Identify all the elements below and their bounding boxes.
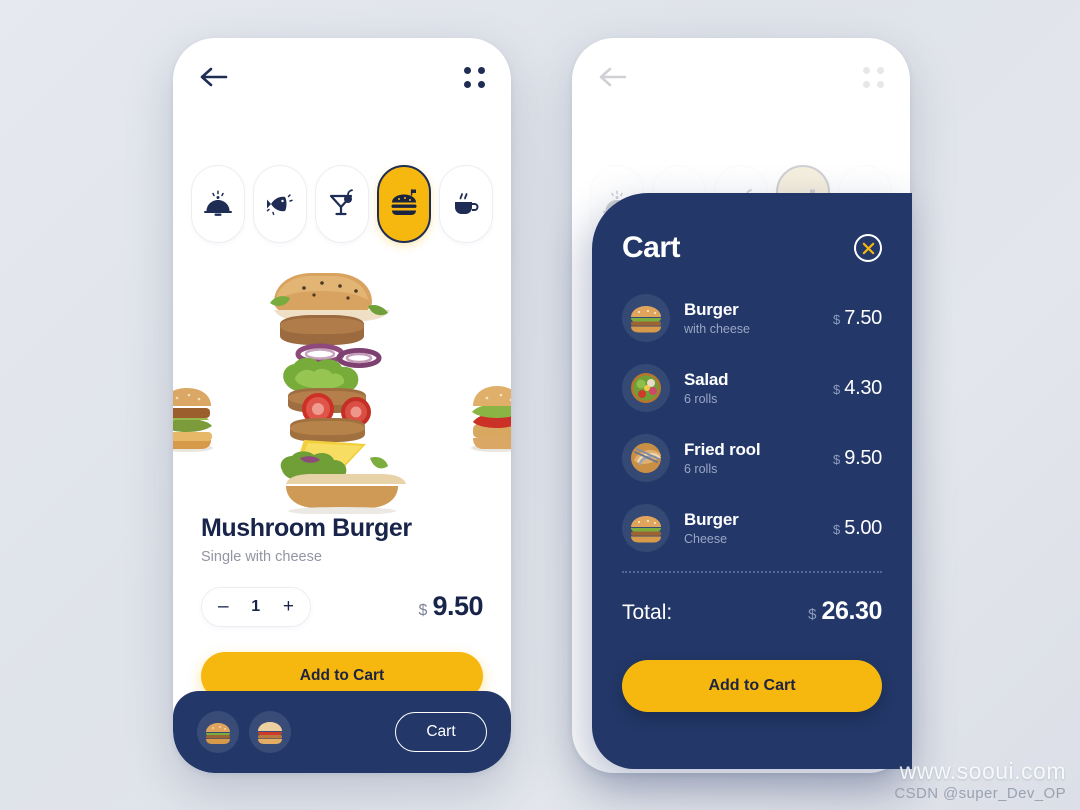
total-price: $ 26.30 [808, 597, 882, 626]
watermark: www.sooui.com CSDN @super_Dev_OP [894, 757, 1066, 802]
watermark-credit: CSDN @super_Dev_OP [894, 785, 1066, 802]
arrow-left-icon[interactable] [598, 65, 628, 89]
cart-item-price: $ 9.50 [833, 447, 882, 470]
currency-symbol: $ [833, 381, 841, 397]
cart-item-text: Salad 6 rolls [684, 370, 833, 406]
quantity-price-row: – 1 + $ 9.50 [201, 586, 484, 627]
price-value: 4.30 [844, 376, 882, 399]
cart-item-thumbnail [622, 504, 670, 552]
burger-icon [391, 189, 417, 215]
price-value: 9.50 [844, 446, 882, 469]
cart-item-row[interactable]: Burger with cheese $ 7.50 [622, 291, 882, 345]
total-label: Total: [622, 601, 673, 624]
category-fish[interactable] [253, 165, 307, 243]
bottom-nav-bar: Cart [173, 691, 511, 773]
cart-item-row[interactable]: Burger Cheese $ 5.00 [622, 501, 882, 555]
price-value: 7.50 [844, 306, 882, 329]
bottom-thumb-burger-2[interactable] [249, 711, 291, 753]
detail-topbar [173, 38, 511, 116]
close-cart-button[interactable] [854, 234, 882, 262]
fish-icon [266, 194, 293, 216]
cart-divider [622, 571, 882, 573]
product-info: Mushroom Burger Single with cheese – 1 +… [201, 514, 483, 700]
product-title: Mushroom Burger [201, 514, 412, 542]
cart-item-price: $ 5.00 [833, 517, 882, 540]
arrow-left-icon[interactable] [199, 65, 229, 89]
hero-product-image [173, 260, 511, 516]
coffee-cup-icon [455, 193, 479, 214]
category-burger[interactable] [377, 165, 431, 243]
cart-item-thumbnail [622, 434, 670, 482]
cart-item-price: $ 4.30 [833, 377, 882, 400]
product-price: $ 9.50 [418, 591, 484, 622]
currency-symbol: $ [833, 311, 841, 327]
cart-add-to-cart-button[interactable]: Add to Cart [622, 660, 882, 712]
cart-item-text: Burger Cheese [684, 510, 833, 546]
total-currency: $ [808, 606, 817, 623]
cart-header: Cart [622, 231, 882, 265]
price-value: 5.00 [844, 516, 882, 539]
cart-button[interactable]: Cart [395, 712, 487, 752]
cart-item-name: Fried rool [684, 439, 761, 459]
cart-item-text: Burger with cheese [684, 300, 833, 336]
cart-item-thumbnail [622, 364, 670, 412]
category-dish[interactable] [191, 165, 245, 243]
quantity-value: 1 [251, 597, 261, 615]
category-drink[interactable] [315, 165, 369, 243]
cart-item-name: Burger [684, 509, 739, 529]
burger-thumb-icon [206, 723, 230, 744]
cart-item-desc: 6 rolls [684, 462, 718, 477]
product-subtitle: Single with cheese [201, 548, 322, 565]
cart-item-name: Burger [684, 299, 739, 319]
quantity-stepper[interactable]: – 1 + [201, 586, 311, 627]
cloche-dish-icon [204, 190, 232, 216]
cart-item-price: $ 7.50 [833, 307, 882, 330]
cart-title: Cart [622, 231, 681, 264]
currency-symbol: $ [833, 521, 841, 537]
phone-frame-detail: Mushroom Burger Single with cheese – 1 +… [173, 38, 511, 773]
cart-item-name: Salad [684, 369, 729, 389]
burger-thumb-icon [258, 722, 282, 744]
cart-items-list: Burger with cheese $ 7.50 Salad 6 rolls … [622, 291, 882, 555]
price-currency: $ [418, 602, 428, 620]
cart-screen-topbar [572, 38, 910, 116]
cart-item-text: Fried rool 6 rolls [684, 440, 833, 476]
salad-bowl-thumb-icon [631, 373, 661, 403]
fried-roll-thumb-icon [631, 443, 661, 473]
close-x-icon [862, 242, 874, 254]
grid-dots-icon[interactable] [464, 66, 485, 88]
burger-thumb-icon [631, 516, 661, 543]
price-value: 9.50 [432, 591, 483, 622]
burger-side-photo-right [471, 386, 511, 452]
total-value: 26.30 [821, 597, 882, 625]
category-coffee[interactable] [439, 165, 493, 243]
deconstructed-burger-photo [270, 273, 406, 514]
cart-item-desc: with cheese [684, 322, 751, 337]
burger-thumb-icon [631, 306, 661, 333]
cart-item-row[interactable]: Salad 6 rolls $ 4.30 [622, 361, 882, 415]
cart-item-desc: 6 rolls [684, 392, 718, 407]
cart-item-thumbnail [622, 294, 670, 342]
category-selector [173, 165, 511, 243]
burger-side-photo-left [173, 388, 213, 452]
cart-overlay-panel: Cart Burger with cheese $ 7.50 Salad 6 r… [592, 193, 912, 769]
grid-dots-icon[interactable] [863, 66, 884, 88]
increase-quantity-button[interactable]: + [283, 597, 294, 616]
currency-symbol: $ [833, 451, 841, 467]
watermark-site: www.sooui.com [899, 757, 1066, 784]
decrease-quantity-button[interactable]: – [218, 597, 229, 616]
bottom-thumb-burger-1[interactable] [197, 711, 239, 753]
cart-total-row: Total: $ 26.30 [622, 597, 882, 626]
cart-item-row[interactable]: Fried rool 6 rolls $ 9.50 [622, 431, 882, 485]
cart-item-desc: Cheese [684, 532, 728, 547]
cocktail-glass-icon [329, 189, 353, 216]
